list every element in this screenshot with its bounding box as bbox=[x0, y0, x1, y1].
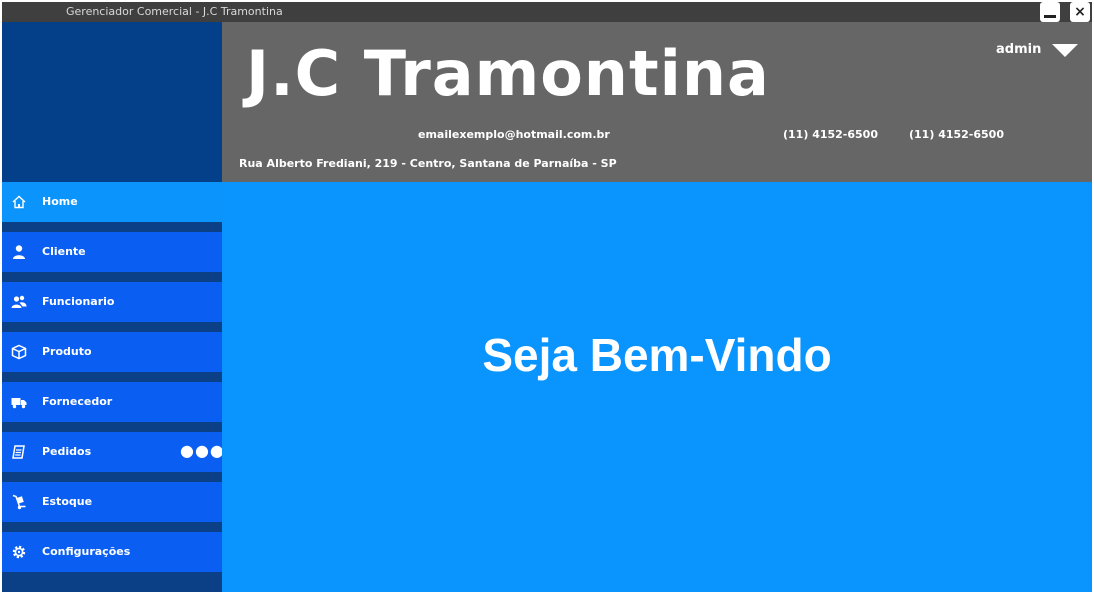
sidebar-item-label: Produto bbox=[42, 345, 92, 358]
main-content: Seja Bem-Vindo bbox=[222, 182, 1092, 592]
company-address: Rua Alberto Frediani, 219 - Centro, Sant… bbox=[239, 157, 617, 170]
sidebar-item-funcionario[interactable]: Funcionario bbox=[2, 282, 222, 322]
sidebar-item-produto[interactable]: Produto bbox=[2, 332, 222, 372]
sidebar-item-label: Pedidos bbox=[42, 445, 92, 458]
company-name: J.C Tramontina bbox=[246, 37, 770, 110]
dolly-icon bbox=[11, 494, 27, 510]
sidebar: Home Cliente Funcionario Produto Fornece bbox=[2, 182, 225, 592]
app-window: Gerenciador Comercial - J.C Tramontina ×… bbox=[2, 2, 1092, 592]
clipboard-icon bbox=[11, 444, 27, 460]
sidebar-item-label: Cliente bbox=[42, 245, 86, 258]
sidebar-item-configuracoes[interactable]: Configurações bbox=[2, 532, 222, 572]
minimize-button[interactable] bbox=[1040, 2, 1060, 22]
home-icon bbox=[11, 194, 27, 210]
more-options-icon[interactable]: ●●● bbox=[180, 443, 225, 459]
sidebar-item-label: Estoque bbox=[42, 495, 93, 508]
chevron-down-icon[interactable] bbox=[1052, 44, 1078, 57]
sidebar-item-label: Configurações bbox=[42, 545, 131, 558]
company-phone-1: (11) 4152-6500 bbox=[783, 128, 878, 141]
truck-icon bbox=[11, 394, 27, 410]
users-icon bbox=[11, 294, 27, 310]
sidebar-item-label: Fornecedor bbox=[42, 395, 113, 408]
user-name: admin bbox=[996, 42, 1042, 57]
window-title: Gerenciador Comercial - J.C Tramontina bbox=[66, 5, 283, 18]
sidebar-item-fornecedor[interactable]: Fornecedor bbox=[2, 382, 222, 422]
company-email: emailexemplo@hotmail.com.br bbox=[418, 128, 610, 141]
user-menu[interactable]: admin bbox=[992, 40, 1082, 62]
close-icon: × bbox=[1074, 4, 1086, 20]
sidebar-item-label: Home bbox=[42, 195, 78, 208]
sidebar-item-label: Funcionario bbox=[42, 295, 115, 308]
sidebar-item-home[interactable]: Home bbox=[2, 182, 222, 222]
close-button[interactable]: × bbox=[1070, 2, 1090, 22]
company-phone-2: (11) 4152-6500 bbox=[909, 128, 1004, 141]
welcome-message: Seja Bem-Vindo bbox=[482, 329, 832, 381]
sidebar-item-estoque[interactable]: Estoque bbox=[2, 482, 222, 522]
logo-panel bbox=[2, 22, 222, 182]
sidebar-item-cliente[interactable]: Cliente bbox=[2, 232, 222, 272]
box-icon bbox=[11, 344, 27, 360]
header: J.C Tramontina emailexemplo@hotmail.com.… bbox=[222, 22, 1092, 182]
title-bar[interactable]: Gerenciador Comercial - J.C Tramontina × bbox=[2, 2, 1092, 22]
gear-icon bbox=[11, 544, 27, 560]
sidebar-item-pedidos[interactable]: Pedidos ●●● bbox=[2, 432, 225, 472]
user-icon bbox=[11, 244, 27, 260]
